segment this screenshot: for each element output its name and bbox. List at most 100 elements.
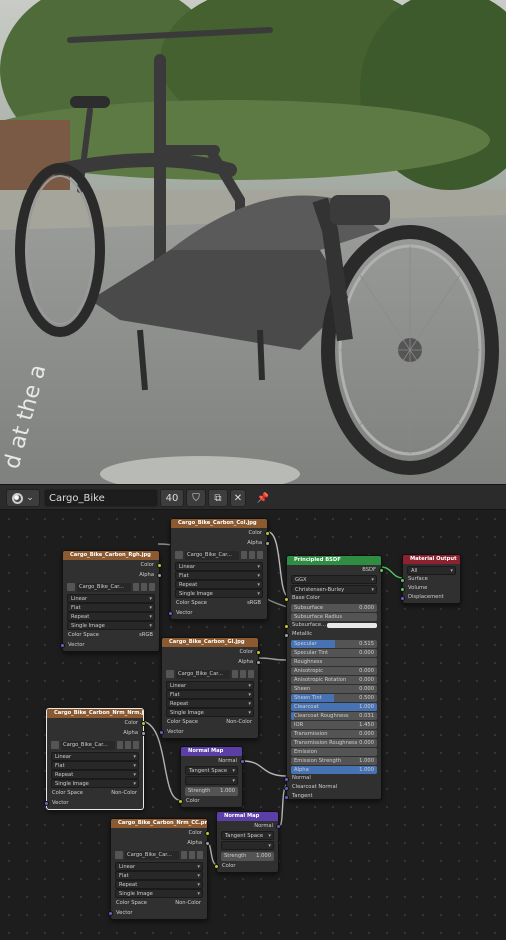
socket-bsdf-out[interactable]: BSDF — [287, 565, 384, 575]
duplicate-material-button[interactable]: ⧉ — [208, 489, 228, 507]
socket-normal-in[interactable]: Normal — [284, 774, 381, 783]
bsdf-input-field[interactable]: Emission Strength 1.000 — [291, 757, 377, 765]
interpolation-dropdown[interactable]: Linear — [175, 562, 263, 572]
color-space-row[interactable]: Color Space sRGB — [63, 630, 159, 640]
image-selector[interactable]: Cargo_Bike_Car... — [166, 669, 254, 679]
projection-dropdown[interactable]: Flat — [166, 690, 254, 700]
bsdf-input-field[interactable]: Anisotropic Rotation 0.000 — [291, 676, 377, 684]
material-output-node[interactable]: Material Output All Surface Volume Displ… — [400, 554, 461, 604]
extension-dropdown[interactable]: Repeat — [115, 880, 203, 890]
image-texture-node-gloss[interactable]: Cargo_Bike_Carbon_Gl.jpg Color Alpha Car… — [159, 637, 261, 739]
source-dropdown[interactable]: Single Image — [67, 621, 155, 631]
socket-vector-in[interactable]: Vector — [108, 908, 207, 918]
interpolation-dropdown[interactable]: Linear — [115, 862, 203, 872]
socket-alpha-out[interactable]: Alpha — [47, 728, 146, 738]
interpolation-dropdown[interactable]: Linear — [166, 681, 254, 691]
target-dropdown[interactable]: All — [407, 566, 456, 576]
image-texture-node-normal-cc[interactable]: Cargo_Bike_Carbon_Nrm_CC.png Color Alpha… — [108, 818, 210, 920]
socket-base-color-in[interactable]: Base Color — [284, 594, 381, 603]
socket-normal-out[interactable]: Normal — [181, 756, 245, 766]
image-selector[interactable]: Cargo_Bike_Car... — [67, 582, 155, 592]
bsdf-input-field[interactable]: Clearcoat 1.000 — [291, 703, 377, 711]
image-texture-node-normal[interactable]: Cargo_Bike_Carbon_Nrm_Nrm.jpg Color Alph… — [44, 708, 146, 810]
bsdf-input-field[interactable]: Transmission 0.000 — [291, 730, 377, 738]
strength-field[interactable]: Strength 1.000 — [185, 787, 238, 796]
socket-vector-in[interactable]: Vector — [60, 640, 159, 650]
bsdf-input-field[interactable]: Emission — [291, 748, 377, 756]
source-dropdown[interactable]: Single Image — [115, 889, 203, 899]
socket-alpha-out[interactable]: Alpha — [111, 838, 210, 848]
uv-map-dropdown[interactable] — [221, 841, 274, 851]
bsdf-input-field[interactable]: Subsurface 0.000 — [291, 604, 377, 612]
pin-button[interactable]: 📌 — [254, 489, 272, 507]
principled-bsdf-node[interactable]: Principled BSDF BSDF GGX Christensen-Bur… — [284, 555, 384, 801]
bsdf-input-field[interactable]: Specular 0.515 — [291, 640, 377, 648]
socket-color-in[interactable]: Color — [214, 861, 278, 871]
socket-displacement-in[interactable]: Displacement — [400, 593, 460, 602]
bsdf-input-field[interactable]: Subsurface Radius — [291, 613, 377, 621]
material-name-field[interactable]: Cargo_Bike — [44, 489, 158, 507]
interpolation-dropdown[interactable]: Linear — [51, 752, 139, 762]
bsdf-input-field[interactable]: Alpha 1.000 — [291, 766, 377, 774]
image-selector[interactable]: Cargo_Bike_Car... — [51, 740, 139, 750]
socket-vector-in[interactable]: Vector — [168, 608, 267, 618]
space-dropdown[interactable]: Tangent Space — [185, 766, 238, 776]
color-space-row[interactable]: Color Space Non-Color — [162, 717, 258, 727]
extension-dropdown[interactable]: Repeat — [67, 612, 155, 622]
3d-viewport[interactable]: d at the a — [0, 0, 506, 484]
bsdf-input-field[interactable]: Specular Tint 0.000 — [291, 649, 377, 657]
subsurface-method-dropdown[interactable]: Christensen-Burley — [291, 585, 377, 595]
socket-alpha-out[interactable]: Alpha — [171, 538, 270, 548]
socket-color-out[interactable]: Color — [171, 528, 270, 538]
image-selector[interactable]: Cargo_Bike_Car... — [175, 550, 263, 560]
socket-vector-in[interactable]: Vector — [44, 798, 143, 808]
distribution-dropdown[interactable]: GGX — [291, 575, 377, 585]
node-editor[interactable]: Cargo_Bike_Carbon_Rgh.jpg Color Alpha Ca… — [0, 510, 506, 940]
source-dropdown[interactable]: Single Image — [175, 589, 263, 599]
socket-color-out[interactable]: Color — [47, 718, 146, 728]
socket-alpha-out[interactable]: Alpha — [63, 570, 162, 580]
editor-type-selector[interactable]: ⌄ — [6, 489, 40, 507]
socket-volume-in[interactable]: Volume — [400, 584, 460, 593]
projection-dropdown[interactable]: Flat — [115, 871, 203, 881]
image-texture-node-roughness[interactable]: Cargo_Bike_Carbon_Rgh.jpg Color Alpha Ca… — [60, 550, 162, 652]
bsdf-input-field[interactable]: Anisotropic 0.000 — [291, 667, 377, 675]
source-dropdown[interactable]: Single Image — [166, 708, 254, 718]
socket-normal-out[interactable]: Normal — [217, 821, 281, 831]
bsdf-input-field[interactable]: Sheen Tint 0.500 — [291, 694, 377, 702]
extension-dropdown[interactable]: Repeat — [175, 580, 263, 590]
source-dropdown[interactable]: Single Image — [51, 779, 139, 789]
fake-user-button[interactable]: ⛉ — [186, 489, 206, 507]
socket-color-out[interactable]: Color — [63, 560, 162, 570]
uv-map-dropdown[interactable] — [185, 776, 238, 786]
socket-metallic-in[interactable]: Metallic — [284, 630, 381, 639]
space-dropdown[interactable]: Tangent Space — [221, 831, 274, 841]
socket-subsurface-color-in[interactable]: Subsurface... — [284, 621, 381, 630]
bsdf-input-field[interactable]: Sheen 0.000 — [291, 685, 377, 693]
socket-surface-in[interactable]: Surface — [400, 575, 460, 584]
unlink-material-button[interactable]: ✕ — [230, 489, 246, 507]
bsdf-input-field[interactable]: IOR 1.450 — [291, 721, 377, 729]
socket-color-in[interactable]: Color — [178, 796, 242, 806]
normal-map-node-1[interactable]: Normal Map Normal Tangent Space Strength… — [178, 746, 245, 808]
extension-dropdown[interactable]: Repeat — [51, 770, 139, 780]
normal-map-node-2[interactable]: Normal Map Normal Tangent Space Strength… — [214, 811, 281, 873]
strength-field[interactable]: Strength 1.000 — [221, 852, 274, 861]
color-space-row[interactable]: Color Space sRGB — [171, 598, 267, 608]
bsdf-input-field[interactable]: Transmission Roughness 0.000 — [291, 739, 377, 747]
socket-alpha-out[interactable]: Alpha — [162, 657, 261, 667]
bsdf-input-field[interactable]: Roughness — [291, 658, 377, 666]
bsdf-input-field[interactable]: Clearcoat Roughness 0.031 — [291, 712, 377, 720]
socket-vector-in[interactable]: Vector — [159, 727, 258, 737]
socket-clearcoat-normal-in[interactable]: Clearcoat Normal — [284, 783, 381, 792]
extension-dropdown[interactable]: Repeat — [166, 699, 254, 709]
socket-color-out[interactable]: Color — [111, 828, 210, 838]
interpolation-dropdown[interactable]: Linear — [67, 594, 155, 604]
socket-tangent-in[interactable]: Tangent — [284, 792, 381, 801]
image-selector[interactable]: Cargo_Bike_Car... — [115, 850, 203, 860]
projection-dropdown[interactable]: Flat — [67, 603, 155, 613]
projection-dropdown[interactable]: Flat — [51, 761, 139, 771]
color-space-row[interactable]: Color Space Non-Color — [111, 898, 207, 908]
socket-color-out[interactable]: Color — [162, 647, 261, 657]
color-space-row[interactable]: Color Space Non-Color — [47, 788, 143, 798]
